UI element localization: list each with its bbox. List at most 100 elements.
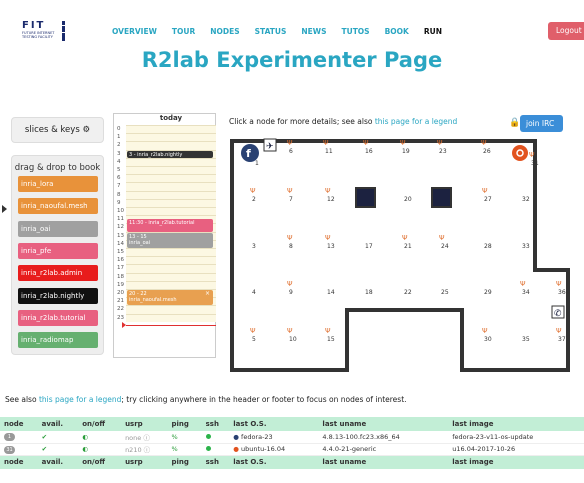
node-6[interactable]: 6 bbox=[289, 148, 293, 155]
node-34[interactable]: 34 bbox=[522, 289, 530, 296]
slice-tag-inria-r2lab-tutorial[interactable]: inria_r2lab.tutorial bbox=[18, 309, 98, 326]
close-icon[interactable]: × bbox=[205, 290, 210, 297]
node-36[interactable]: 36 bbox=[558, 289, 566, 296]
calendar-slot[interactable] bbox=[126, 157, 216, 166]
node-24[interactable]: 24 bbox=[441, 243, 449, 250]
calendar-event[interactable]: 3 - inria_r2lab.nightly bbox=[127, 150, 213, 158]
slice-tag-inria-r2lab-nightly[interactable]: inria_r2lab.nightly bbox=[18, 287, 98, 304]
calendar-slot[interactable] bbox=[126, 190, 216, 199]
node-16[interactable]: 16 bbox=[365, 148, 373, 155]
join-irc-button[interactable]: join IRC bbox=[520, 115, 563, 132]
column-header-lastuname[interactable]: last uname bbox=[318, 455, 449, 469]
column-header-lastimage[interactable]: last image bbox=[448, 455, 584, 469]
calendar-slot[interactable] bbox=[126, 280, 216, 289]
slice-tag-inria-naoufal-mesh[interactable]: inria_naoufal.mesh bbox=[18, 198, 98, 215]
node-badge[interactable]: 31 bbox=[4, 445, 15, 454]
nav-tutos[interactable]: TUTOS bbox=[341, 27, 369, 36]
slice-tag-inria-radiomap[interactable]: inria_radiomap bbox=[18, 332, 98, 349]
node-21[interactable]: 21 bbox=[404, 243, 412, 250]
calendar-slot[interactable] bbox=[126, 174, 216, 183]
column-header-node[interactable]: node bbox=[0, 417, 38, 431]
node-badge[interactable]: 1 bbox=[4, 433, 15, 442]
calendar-slot[interactable] bbox=[126, 125, 216, 134]
calendar-slot[interactable] bbox=[126, 166, 216, 175]
node-12[interactable]: 12 bbox=[327, 196, 335, 203]
node-29[interactable]: 29 bbox=[484, 289, 492, 296]
column-header-ping[interactable]: ping bbox=[167, 417, 202, 431]
node-33[interactable]: 33 bbox=[522, 243, 530, 250]
node-37[interactable]: 37 bbox=[558, 336, 566, 343]
node-17[interactable]: 17 bbox=[365, 243, 373, 250]
calendar-slot[interactable] bbox=[126, 198, 216, 207]
column-header-ssh[interactable]: ssh bbox=[201, 455, 230, 469]
calendar-event[interactable]: 11:30 - inria_r2lab.tutorial bbox=[127, 219, 213, 232]
node-5[interactable]: 5 bbox=[252, 336, 256, 343]
nav-nodes[interactable]: NODES bbox=[210, 27, 239, 36]
slice-tag-inria-pfe[interactable]: inria_pfe bbox=[18, 242, 98, 259]
column-header-onoff[interactable]: on/off bbox=[78, 455, 122, 469]
legend-link[interactable]: this page for a legend bbox=[375, 117, 457, 126]
column-header-lastOS[interactable]: last O.S. bbox=[229, 417, 319, 431]
node-23[interactable]: 23 bbox=[439, 148, 447, 155]
node-32[interactable]: 32 bbox=[522, 196, 530, 203]
table-row[interactable]: 1 ✔ ◐ none ⓘ% ● fedora-23 4.8.13-100.fc23.x86… bbox=[0, 431, 584, 444]
calendar-slot[interactable] bbox=[126, 272, 216, 281]
calendar-slot[interactable] bbox=[126, 207, 216, 216]
node-26[interactable]: 26 bbox=[483, 148, 491, 155]
node-13[interactable]: 13 bbox=[327, 243, 335, 250]
calendar-slot[interactable] bbox=[126, 313, 216, 322]
node-14[interactable]: 14 bbox=[327, 289, 335, 296]
node-8[interactable]: 8 bbox=[289, 243, 293, 250]
node-19[interactable]: 19 bbox=[402, 148, 410, 155]
node-30[interactable]: 30 bbox=[484, 336, 492, 343]
calendar-slot[interactable] bbox=[126, 133, 216, 142]
node-18[interactable]: 18 bbox=[365, 289, 373, 296]
slice-tag-inria-oai[interactable]: inria_oai bbox=[18, 220, 98, 237]
node-15[interactable]: 15 bbox=[327, 336, 335, 343]
slices-keys-button[interactable]: slices & keys ⚙ bbox=[11, 117, 104, 143]
column-header-avail[interactable]: avail. bbox=[37, 417, 79, 431]
column-header-usrp[interactable]: usrp bbox=[121, 455, 168, 469]
table-row[interactable]: 31 ✔ ◐ n210 ⓘ% ● ubuntu-16.04 4.4.0-21-generi… bbox=[0, 443, 584, 456]
node-3[interactable]: 3 bbox=[252, 243, 256, 250]
node-9[interactable]: 9 bbox=[289, 289, 293, 296]
nav-tour[interactable]: TOUR bbox=[172, 27, 195, 36]
node-35[interactable]: 35 bbox=[522, 336, 530, 343]
calendar-event[interactable]: 13 - 15 inria_oai bbox=[127, 232, 213, 248]
node-20[interactable]: 20 bbox=[404, 196, 412, 203]
nav-status[interactable]: STATUS bbox=[255, 27, 287, 36]
node-27[interactable]: 27 bbox=[484, 196, 492, 203]
column-header-node[interactable]: node bbox=[0, 455, 38, 469]
node-2[interactable]: 2 bbox=[252, 196, 256, 203]
node-22[interactable]: 22 bbox=[404, 289, 412, 296]
onoff-toggle-icon[interactable]: ◐ bbox=[82, 445, 88, 453]
calendar-slot[interactable] bbox=[126, 141, 216, 150]
column-header-ssh[interactable]: ssh bbox=[201, 417, 230, 431]
calendar-slot[interactable] bbox=[126, 182, 216, 191]
logout-button[interactable]: Logout bbox=[548, 22, 584, 40]
slice-tag-inria-lora[interactable]: inria_lora bbox=[18, 176, 98, 192]
node-25[interactable]: 25 bbox=[441, 289, 449, 296]
node-11[interactable]: 11 bbox=[325, 148, 333, 155]
nav-news[interactable]: NEWS bbox=[301, 27, 326, 36]
calendar-slot[interactable] bbox=[126, 256, 216, 265]
calendar-slot[interactable] bbox=[126, 264, 216, 273]
column-header-avail[interactable]: avail. bbox=[37, 455, 79, 469]
column-header-lastuname[interactable]: last uname bbox=[318, 417, 449, 431]
footer-legend-link[interactable]: this page for a legend bbox=[39, 395, 121, 404]
nav-book[interactable]: BOOK bbox=[385, 27, 409, 36]
column-header-ping[interactable]: ping bbox=[167, 455, 202, 469]
column-header-usrp[interactable]: usrp bbox=[121, 417, 168, 431]
node-7[interactable]: 7 bbox=[289, 196, 293, 203]
node-31[interactable]: 31 bbox=[531, 160, 539, 167]
node-28[interactable]: 28 bbox=[484, 243, 492, 250]
nav-run[interactable]: RUN bbox=[424, 27, 442, 36]
calendar-slot[interactable] bbox=[126, 305, 216, 314]
nav-overview[interactable]: OVERVIEW bbox=[112, 27, 157, 36]
column-header-lastOS[interactable]: last O.S. bbox=[229, 455, 319, 469]
slice-tag-inria-r2lab-admin[interactable]: inria_r2lab.admin bbox=[18, 265, 98, 282]
testbed-map[interactable]: ✈ f ✆ 16Ψ11Ψ16Ψ19Ψ23Ψ26Ψ31Ψ2Ψ7Ψ12Ψ20 27Ψ3… bbox=[229, 138, 573, 374]
column-header-lastimage[interactable]: last image bbox=[448, 417, 584, 431]
node-4[interactable]: 4 bbox=[252, 289, 256, 296]
column-header-onoff[interactable]: on/off bbox=[78, 417, 122, 431]
